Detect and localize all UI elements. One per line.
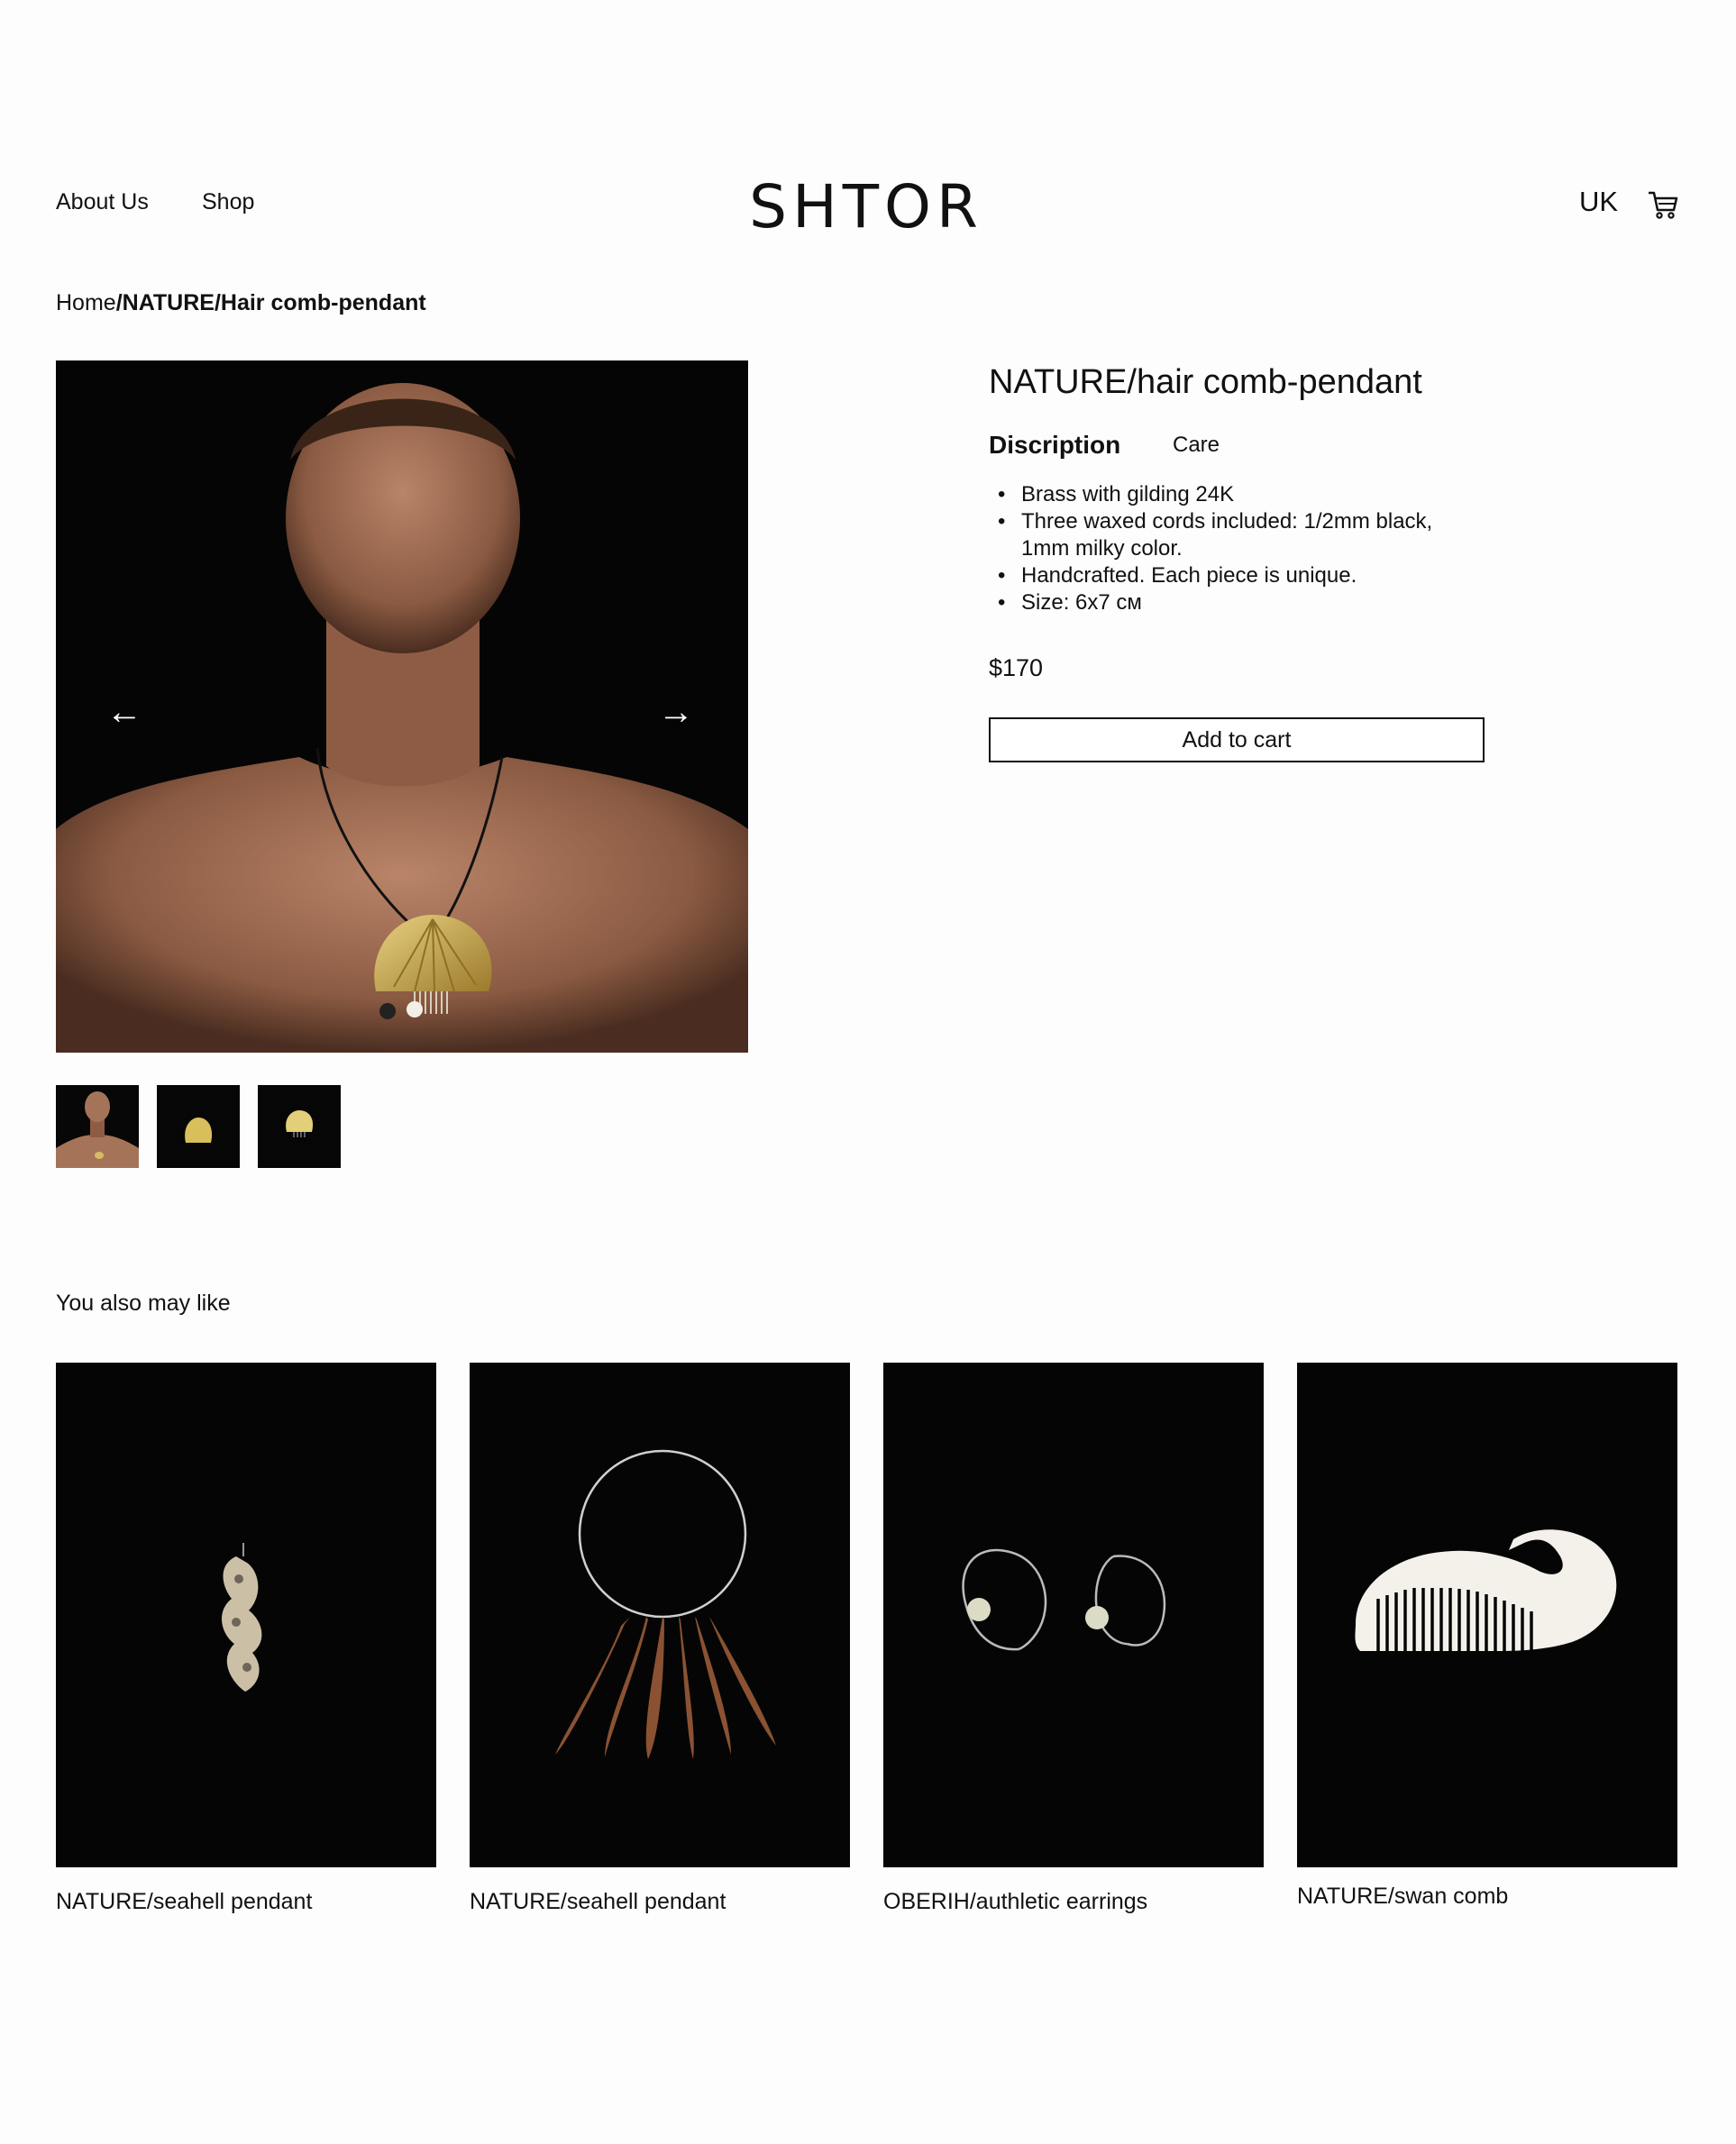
recommended-product-image[interactable] bbox=[56, 1363, 436, 1867]
breadcrumb: Home/NATURE/Hair comb-pendant bbox=[56, 290, 426, 316]
product-price: $170 bbox=[989, 654, 1044, 681]
tab-description[interactable]: Discription bbox=[989, 431, 1120, 460]
recommended-product-name[interactable]: OBERIH/authletic earrings bbox=[883, 1889, 1264, 1915]
recommended-product[interactable]: NATURE/seahell pendant bbox=[56, 1363, 436, 1915]
recommended-product[interactable]: OBERIH/authletic earrings bbox=[883, 1363, 1264, 1915]
add-to-cart-button[interactable]: Add to cart bbox=[989, 717, 1485, 762]
recommended-product-image[interactable] bbox=[883, 1363, 1264, 1867]
site-logo[interactable]: SHTOR bbox=[741, 171, 991, 243]
region-selector[interactable]: UK bbox=[1579, 186, 1618, 218]
product-title: NATURE/hair comb-pendant bbox=[989, 363, 1422, 401]
product-description-list: Brass with gilding 24K Three waxed cords… bbox=[998, 481, 1503, 616]
next-image-arrow[interactable]: → bbox=[658, 694, 694, 730]
breadcrumb-separator: / bbox=[115, 290, 123, 315]
product-details: NATURE/hair comb-pendant Discription Car… bbox=[989, 357, 1494, 762]
nav-shop[interactable]: Shop bbox=[202, 189, 254, 215]
recommended-product-image[interactable] bbox=[470, 1363, 850, 1867]
thumbnail-1[interactable] bbox=[56, 1085, 139, 1168]
description-item: Three waxed cords included: 1/2mm black,… bbox=[998, 508, 1485, 562]
cart-icon[interactable] bbox=[1646, 187, 1680, 222]
recommended-product-image[interactable] bbox=[1297, 1363, 1677, 1867]
recommended-product[interactable]: NATURE/swan comb bbox=[1297, 1363, 1677, 1910]
recommended-product[interactable]: NATURE/seahell pendant bbox=[470, 1363, 850, 1915]
product-image-gallery[interactable]: ← → bbox=[56, 360, 748, 1053]
recommended-product-name[interactable]: NATURE/seahell pendant bbox=[470, 1889, 850, 1915]
breadcrumb-home[interactable]: Home bbox=[56, 290, 116, 315]
breadcrumb-separator: / bbox=[214, 290, 221, 315]
tab-care[interactable]: Care bbox=[1173, 433, 1220, 458]
recommendations-heading: You also may like bbox=[56, 1291, 231, 1316]
thumbnail-2[interactable] bbox=[157, 1085, 240, 1168]
description-item: Brass with gilding 24K bbox=[998, 481, 1503, 508]
nav-about-us[interactable]: About Us bbox=[56, 189, 149, 215]
breadcrumb-current: Hair comb-pendant bbox=[220, 290, 426, 315]
product-photo bbox=[56, 360, 748, 1053]
product-tabs: Discription Care bbox=[989, 431, 1494, 467]
description-item: Handcrafted. Each piece is unique. bbox=[998, 562, 1503, 589]
breadcrumb-category[interactable]: NATURE bbox=[123, 290, 215, 315]
recommended-product-name[interactable]: NATURE/swan comb bbox=[1297, 1884, 1677, 1910]
description-item: Size: 6x7 см bbox=[998, 589, 1503, 616]
site-header: About Us Shop SHTOR UK bbox=[0, 171, 1736, 243]
recommended-product-name[interactable]: NATURE/seahell pendant bbox=[56, 1889, 436, 1915]
thumbnail-3[interactable] bbox=[258, 1085, 341, 1168]
prev-image-arrow[interactable]: ← bbox=[106, 694, 142, 730]
